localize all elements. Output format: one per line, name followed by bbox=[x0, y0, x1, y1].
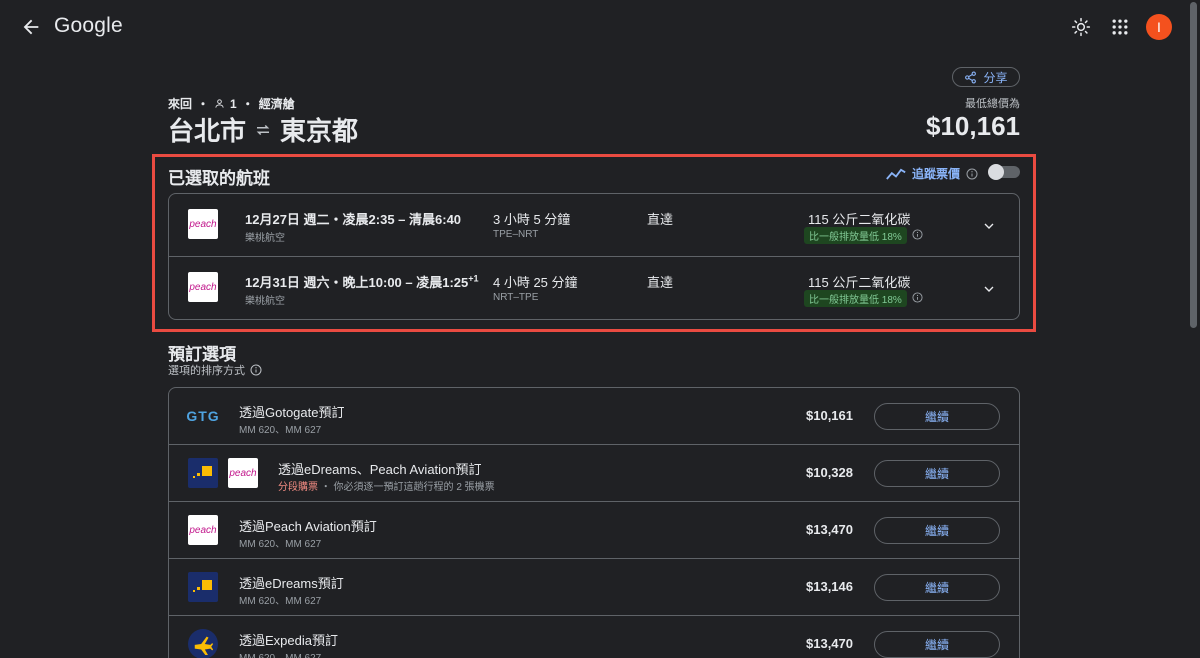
trend-line-icon bbox=[886, 168, 906, 180]
top-bar: Google I bbox=[0, 0, 1200, 54]
info-icon[interactable] bbox=[912, 229, 923, 240]
continue-button[interactable]: 繼續 bbox=[874, 631, 1000, 658]
flight-row-return[interactable]: peach 12月31日 週六・晚上10:00 – 凌晨1:25+1 樂桃航空 … bbox=[169, 257, 1019, 320]
edreams-logo bbox=[188, 572, 218, 602]
account-avatar[interactable]: I bbox=[1146, 14, 1172, 40]
flight-numbers: MM 620、MM 627 bbox=[239, 649, 321, 658]
cabin-class: 經濟艙 bbox=[258, 97, 295, 111]
trip-type: 來回 bbox=[168, 97, 193, 111]
booking-provider-name: 透過eDreams、Peach Aviation預訂 bbox=[278, 462, 482, 477]
airplane-icon bbox=[194, 636, 214, 655]
edreams-mark-icon bbox=[193, 580, 212, 592]
destination-city: 東京都 bbox=[280, 116, 359, 146]
trip-title: 台北市 東京都 bbox=[168, 111, 358, 148]
selected-flights-card: peach 12月27日 週二・凌晨2:35 – 清晨6:40 樂桃航空 3 小… bbox=[168, 193, 1020, 320]
info-icon[interactable] bbox=[966, 168, 978, 180]
selected-flights-title: 已選取的航班 bbox=[168, 169, 270, 188]
info-icon[interactable] bbox=[912, 292, 923, 303]
price-label: 最低總價為 bbox=[965, 98, 1020, 110]
booking-provider-name: 透過Gotogate預訂 bbox=[239, 405, 345, 420]
co2-badge: 比一般排放量低 18% bbox=[804, 227, 907, 244]
booking-row-edreams-peach: peach 透過eDreams、Peach Aviation預訂 分段購票 ・ … bbox=[169, 445, 1019, 502]
share-button[interactable]: 分享 bbox=[952, 67, 1020, 87]
booking-price: $13,146 bbox=[806, 579, 853, 594]
flight-duration: 3 小時 5 分鐘 bbox=[493, 212, 571, 227]
booking-row-gotogate: GTG 透過Gotogate預訂 MM 620、MM 627 $10,161 繼… bbox=[169, 388, 1019, 445]
booking-row-edreams: 透過eDreams預訂 MM 620、MM 627 $13,146 繼續 bbox=[169, 559, 1019, 616]
edreams-mark-icon bbox=[193, 466, 212, 478]
share-label: 分享 bbox=[983, 70, 1008, 85]
booking-price: $13,470 bbox=[806, 522, 853, 537]
flight-time: 12月27日 週二・凌晨2:35 – 清晨6:40 bbox=[245, 212, 462, 227]
info-icon[interactable] bbox=[250, 364, 262, 376]
peach-logo: peach bbox=[188, 272, 218, 302]
page-scrollbar[interactable] bbox=[1190, 2, 1197, 328]
back-arrow-icon[interactable] bbox=[20, 16, 42, 38]
trip-meta: 來回 ・ 1 ・ 經濟艙 bbox=[168, 96, 295, 112]
sort-label: 選項的排序方式 bbox=[168, 365, 245, 377]
flight-route: NRT–TPE bbox=[493, 292, 539, 303]
passenger-count: 1 bbox=[230, 96, 237, 111]
separate-tickets-note: 分段購票 ・ 你必須逐一預訂這趟行程的 2 張機票 bbox=[278, 482, 495, 493]
apps-grid-icon[interactable] bbox=[1110, 17, 1130, 37]
chevron-down-icon[interactable] bbox=[981, 218, 997, 234]
flight-co2: 115 公斤二氧化碳 bbox=[808, 212, 911, 227]
continue-button[interactable]: 繼續 bbox=[874, 460, 1000, 487]
gotogate-logo: GTG bbox=[186, 408, 220, 424]
price-total: $10,161 bbox=[926, 111, 1020, 141]
peach-logo: peach bbox=[228, 458, 258, 488]
google-logo[interactable]: Google bbox=[54, 14, 123, 38]
flight-duration: 4 小時 25 分鐘 bbox=[493, 275, 578, 290]
flight-stops: 直達 bbox=[647, 212, 674, 227]
flight-stops: 直達 bbox=[647, 275, 674, 290]
booking-price: $10,328 bbox=[806, 465, 853, 480]
flight-co2: 115 公斤二氧化碳 bbox=[808, 275, 911, 290]
booking-row-peach: peach 透過Peach Aviation預訂 MM 620、MM 627 $… bbox=[169, 502, 1019, 559]
track-prices[interactable]: 追蹤票價 bbox=[886, 165, 978, 182]
continue-button[interactable]: 繼續 bbox=[874, 574, 1000, 601]
peach-logo: peach bbox=[188, 515, 218, 545]
flight-airline: 樂桃航空 bbox=[245, 233, 285, 244]
booking-provider-name: 透過Peach Aviation預訂 bbox=[239, 519, 377, 534]
toggle-knob bbox=[988, 164, 1004, 180]
chevron-down-icon[interactable] bbox=[981, 281, 997, 297]
flight-time: 12月31日 週六・晚上10:00 – 凌晨1:25+1 bbox=[245, 273, 479, 290]
expedia-logo bbox=[188, 629, 218, 658]
continue-button[interactable]: 繼續 bbox=[874, 517, 1000, 544]
sort-options[interactable]: 選項的排序方式 bbox=[168, 362, 262, 378]
flight-route: TPE–NRT bbox=[493, 229, 539, 240]
edreams-logo bbox=[188, 458, 218, 488]
flight-numbers: MM 620、MM 627 bbox=[239, 425, 322, 436]
peach-logo: peach bbox=[188, 209, 218, 239]
booking-provider-name: 透過eDreams預訂 bbox=[239, 576, 344, 591]
booking-options-card: GTG 透過Gotogate預訂 MM 620、MM 627 $10,161 繼… bbox=[168, 387, 1020, 658]
person-icon bbox=[215, 99, 224, 108]
separate-tickets-label: 分段購票 bbox=[278, 482, 318, 493]
continue-button[interactable]: 繼續 bbox=[874, 403, 1000, 430]
track-prices-toggle[interactable] bbox=[988, 164, 1020, 180]
flight-numbers: MM 620、MM 627 bbox=[239, 539, 322, 550]
co2-badge: 比一般排放量低 18% bbox=[804, 290, 907, 307]
round-trip-arrows-icon bbox=[256, 124, 270, 135]
booking-provider-name: 透過Expedia預訂 bbox=[239, 633, 338, 648]
flight-airline: 樂桃航空 bbox=[245, 296, 285, 307]
flight-numbers: MM 620、MM 627 bbox=[239, 596, 322, 607]
share-icon bbox=[965, 71, 977, 83]
booking-price: $13,470 bbox=[806, 636, 853, 651]
origin-city: 台北市 bbox=[168, 116, 247, 146]
track-prices-label: 追蹤票價 bbox=[912, 167, 961, 181]
theme-toggle-icon[interactable] bbox=[1071, 17, 1091, 37]
booking-price: $10,161 bbox=[806, 408, 853, 423]
booking-row-expedia: 透過Expedia預訂 MM 620、MM 627 $13,470 繼續 bbox=[169, 616, 1019, 658]
flight-row-outbound[interactable]: peach 12月27日 週二・凌晨2:35 – 清晨6:40 樂桃航空 3 小… bbox=[169, 194, 1019, 257]
